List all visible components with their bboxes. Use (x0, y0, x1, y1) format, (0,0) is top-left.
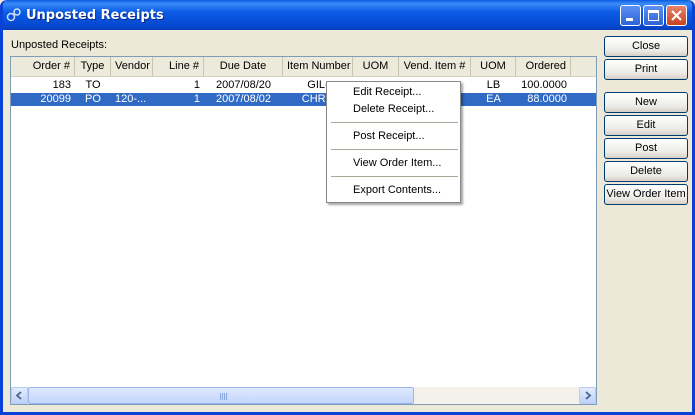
cell-line: 1 (193, 93, 200, 105)
context-menu: Edit Receipt... Delete Receipt... Post R… (326, 81, 461, 203)
chevron-left-icon (15, 391, 22, 400)
section-label: Unposted Receipts: (11, 39, 107, 51)
menu-separator (331, 122, 458, 123)
scroll-left-button[interactable] (11, 387, 28, 404)
maximize-button[interactable] (643, 5, 664, 26)
menu-item-edit-receipt[interactable]: Edit Receipt... (353, 84, 421, 101)
unposted-receipts-window: Unposted Receipts Unposted Receipts: Ord… (0, 0, 695, 415)
column-header-uom-2[interactable]: UOM (471, 57, 516, 76)
close-icon (671, 10, 682, 21)
cell-uom-2: LB (486, 79, 501, 91)
chevron-right-icon (585, 391, 592, 400)
close-window-button[interactable] (666, 5, 687, 26)
cell-order: 20099 (40, 93, 71, 105)
table-header: Order # Type Vendor Line # Due Date Item… (11, 57, 596, 77)
cell-vendor (111, 79, 153, 92)
title-bar[interactable]: Unposted Receipts (3, 0, 692, 30)
cell-ordered: 88.0000 (527, 93, 567, 105)
maximize-icon (648, 10, 659, 21)
table-row-selected[interactable]: 20099 PO 120-... 1 2007/08/02 CHRO EA 88… (11, 93, 596, 106)
view-order-item-button[interactable]: View Order Item (604, 184, 688, 205)
column-header-ordered[interactable]: Ordered (516, 57, 571, 76)
cell-ordered: 100.0000 (521, 79, 567, 91)
cell-vendor: 120-... (115, 93, 147, 105)
minimize-icon (626, 18, 633, 21)
close-button[interactable]: Close (604, 36, 688, 57)
cell-due-date: 2007/08/02 (215, 93, 272, 105)
column-header-due-date[interactable]: Due Date (204, 57, 283, 76)
cell-line: 1 (193, 79, 200, 91)
edit-button[interactable]: Edit (604, 115, 688, 136)
menu-item-post-receipt[interactable]: Post Receipt... (353, 128, 425, 145)
horizontal-scrollbar[interactable] (11, 387, 596, 404)
column-header-uom[interactable]: UOM (353, 57, 399, 76)
delete-button[interactable]: Delete (604, 161, 688, 182)
column-header-order[interactable]: Order # (11, 57, 75, 76)
column-header-vend-item[interactable]: Vend. Item # (399, 57, 471, 76)
menu-separator (331, 149, 458, 150)
column-header-item-number[interactable]: Item Number (283, 57, 353, 76)
column-header-type[interactable]: Type (75, 57, 111, 76)
column-header-vendor[interactable]: Vendor (111, 57, 153, 76)
cell-type: PO (85, 93, 101, 105)
minimize-button[interactable] (620, 5, 641, 26)
new-button[interactable]: New (604, 92, 688, 113)
grip-icon (220, 393, 228, 400)
cell-order: 183 (52, 79, 71, 91)
cell-due-date: 2007/08/20 (215, 79, 272, 91)
menu-item-export-contents[interactable]: Export Contents... (353, 182, 441, 199)
window-title: Unposted Receipts (26, 8, 164, 23)
print-button[interactable]: Print (604, 59, 688, 80)
scroll-right-button[interactable] (579, 387, 596, 404)
receipts-table[interactable]: Order # Type Vendor Line # Due Date Item… (10, 56, 597, 405)
column-header-line[interactable]: Line # (153, 57, 204, 76)
cell-type: TO (85, 79, 101, 91)
menu-item-view-order-item[interactable]: View Order Item... (353, 155, 441, 172)
post-button[interactable]: Post (604, 138, 688, 159)
menu-item-delete-receipt[interactable]: Delete Receipt... (353, 101, 434, 118)
scroll-thumb[interactable] (28, 387, 414, 404)
app-icon (6, 8, 21, 22)
menu-separator (331, 176, 458, 177)
table-row[interactable]: 183 TO 1 2007/08/20 GIL- LB 100.0000 (11, 79, 596, 92)
cell-uom-2: EA (486, 93, 501, 105)
